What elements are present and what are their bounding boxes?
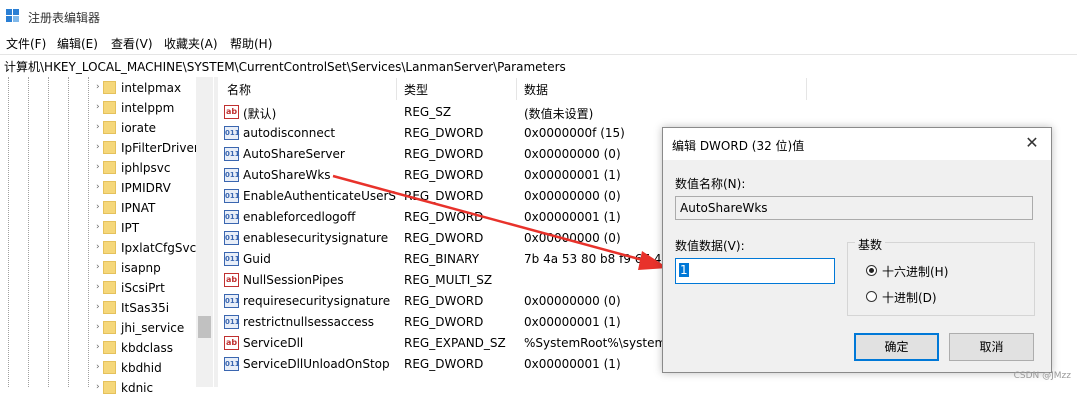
- dialog-title-bar: 编辑 DWORD (32 位)值 ✕: [663, 128, 1051, 160]
- ok-button[interactable]: 确定: [854, 333, 939, 361]
- hex-label[interactable]: 十六进制(H): [882, 263, 948, 280]
- dialog-title: 编辑 DWORD (32 位)值: [672, 139, 805, 153]
- decimal-radio[interactable]: [866, 291, 877, 302]
- edit-dword-dialog: 编辑 DWORD (32 位)值 ✕ 数值名称(N): AutoShareWks…: [662, 127, 1052, 373]
- cancel-button[interactable]: 取消: [949, 333, 1034, 361]
- value-name-field: AutoShareWks: [675, 196, 1033, 220]
- value-data-label: 数值数据(V):: [675, 239, 745, 253]
- watermark: CSDN @JMzz: [1013, 371, 1071, 381]
- value-data-input[interactable]: 1: [675, 258, 835, 284]
- hex-radio[interactable]: [866, 265, 877, 276]
- value-data-text[interactable]: 1: [679, 263, 689, 277]
- close-icon[interactable]: ✕: [1021, 132, 1043, 154]
- base-label: 基数: [855, 236, 886, 253]
- value-name-label: 数值名称(N):: [675, 177, 746, 191]
- decimal-label[interactable]: 十进制(D): [882, 289, 937, 306]
